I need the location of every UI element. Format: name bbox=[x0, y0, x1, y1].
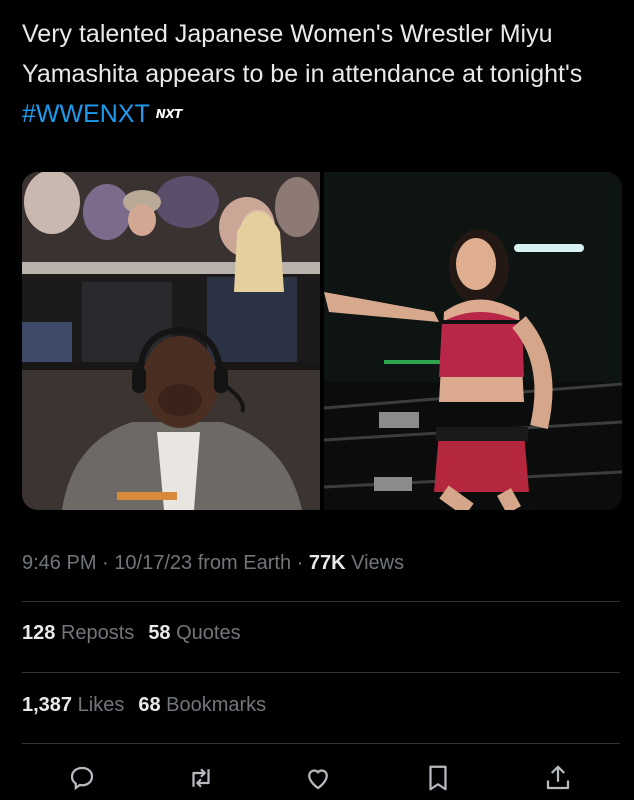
tweet-body: Very talented Japanese Women's Wrestler … bbox=[22, 20, 583, 88]
wrestler-photo-illustration bbox=[324, 172, 622, 510]
bookmark-button[interactable] bbox=[420, 760, 456, 796]
bookmarks-count: 68 bbox=[138, 694, 161, 716]
like-icon bbox=[308, 769, 328, 790]
tweet-source: from Earth bbox=[197, 552, 292, 574]
quotes-label: Quotes bbox=[176, 622, 241, 644]
tweet-meta: 9:46 PM · 10/17/23 from Earth · 77K View… bbox=[22, 552, 404, 575]
meta-separator-2: · bbox=[296, 552, 304, 574]
quotes-stat[interactable]: 58 Quotes bbox=[148, 622, 240, 645]
reposts-label: Reposts bbox=[60, 622, 135, 644]
share-icon bbox=[546, 765, 570, 790]
stats-row-likes-bookmarks: 1,387 Likes 68 Bookmarks bbox=[22, 694, 266, 717]
nxt-hashtag-badge: NXT bbox=[155, 107, 182, 121]
tweet-time: 9:46 PM bbox=[22, 552, 97, 574]
tweet-date: 10/17/23 bbox=[114, 552, 193, 574]
quotes-count: 58 bbox=[148, 622, 171, 644]
tweet-text: Very talented Japanese Women's Wrestler … bbox=[22, 14, 622, 134]
reply-icon bbox=[70, 766, 94, 791]
media-grid bbox=[22, 172, 622, 510]
likes-label: Likes bbox=[77, 694, 125, 716]
views-label: Views bbox=[351, 552, 405, 574]
reposts-stat[interactable]: 128 Reposts bbox=[22, 622, 134, 645]
like-button[interactable] bbox=[300, 760, 336, 796]
bookmarks-label: Bookmarks bbox=[166, 694, 267, 716]
repost-icon bbox=[192, 768, 210, 788]
media-photo-right[interactable] bbox=[324, 172, 622, 510]
reposts-count: 128 bbox=[22, 622, 56, 644]
action-bar bbox=[0, 756, 634, 800]
views-count: 77K bbox=[308, 552, 346, 574]
divider-2 bbox=[22, 672, 620, 673]
commentator-photo-illustration bbox=[22, 172, 320, 510]
meta-separator: · bbox=[102, 552, 109, 574]
likes-stat[interactable]: 1,387 Likes bbox=[22, 694, 124, 717]
bookmarks-stat[interactable]: 68 Bookmarks bbox=[138, 694, 266, 717]
divider-1 bbox=[22, 601, 620, 602]
hashtag-link[interactable]: #WWENXT bbox=[22, 100, 150, 128]
likes-count: 1,387 bbox=[22, 694, 73, 716]
share-button[interactable] bbox=[540, 760, 576, 796]
repost-button[interactable] bbox=[183, 760, 219, 796]
media-photo-left[interactable] bbox=[22, 172, 320, 510]
divider-3 bbox=[22, 743, 620, 744]
bookmark-icon bbox=[429, 765, 447, 791]
reply-button[interactable] bbox=[64, 760, 100, 796]
stats-row-reposts-quotes: 128 Reposts 58 Quotes bbox=[22, 622, 241, 645]
